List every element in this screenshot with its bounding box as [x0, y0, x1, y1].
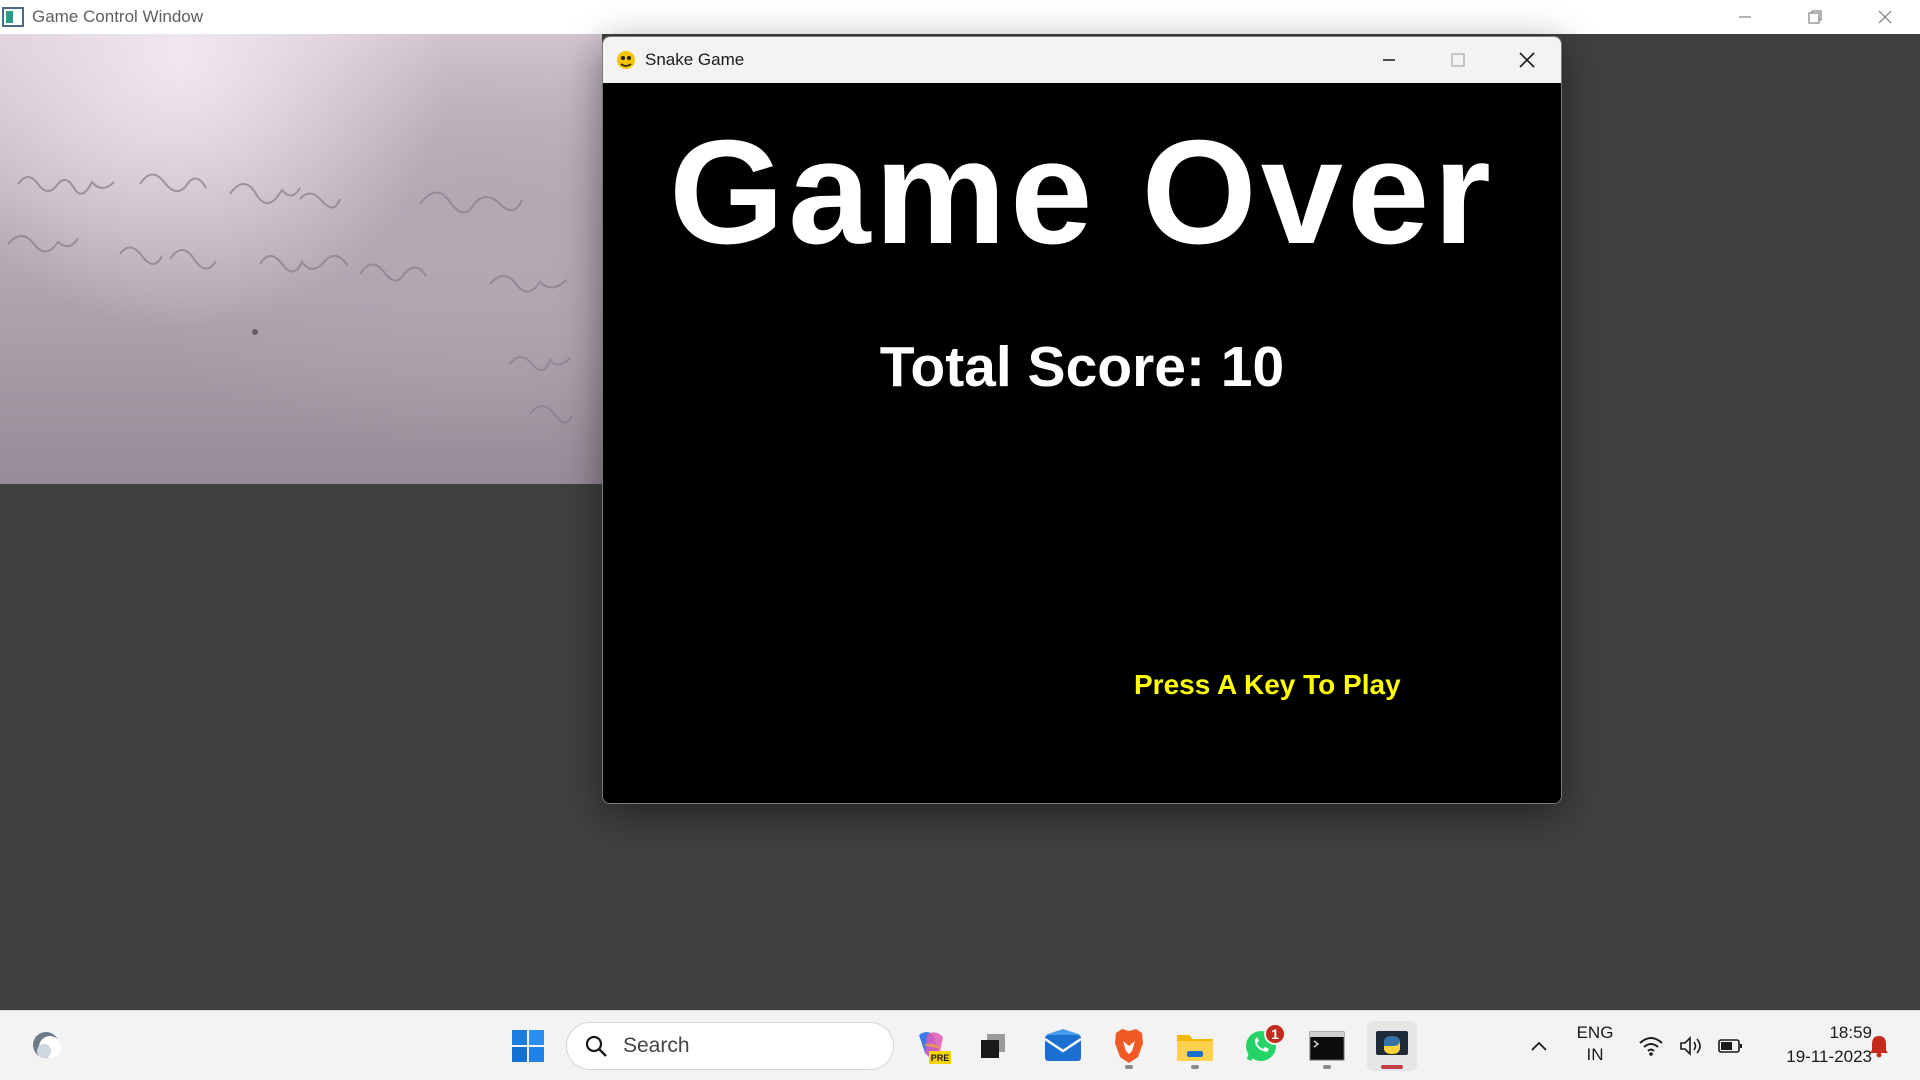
- game-control-window-titlebar: Game Control Window: [0, 0, 1920, 34]
- terminal-icon: [1309, 1031, 1345, 1061]
- pygame-snake-icon: [615, 49, 637, 71]
- copilot-pre-badge: PRE: [931, 1053, 950, 1063]
- snake-game-titlebar: Snake Game: [603, 37, 1561, 83]
- minimize-button[interactable]: [1710, 0, 1780, 34]
- close-button[interactable]: [1850, 0, 1920, 34]
- python-button[interactable]: [1367, 1021, 1417, 1071]
- notification-bell-icon: [1870, 1036, 1888, 1058]
- clock[interactable]: 18:59 19-11-2023: [1752, 1021, 1872, 1069]
- mail-icon: [1044, 1029, 1082, 1061]
- window-controls: [1710, 0, 1920, 34]
- snake-maximize-button[interactable]: [1423, 37, 1492, 83]
- clock-time: 18:59: [1829, 1023, 1872, 1042]
- copilot-icon: PRE: [919, 1032, 951, 1064]
- close-icon: [1518, 52, 1535, 68]
- press-key-prompt: Press A Key To Play: [1134, 669, 1401, 700]
- folder-icon: [1177, 1035, 1213, 1061]
- whatsapp-button[interactable]: 1: [1236, 1021, 1286, 1071]
- volume-icon: [1676, 1031, 1706, 1061]
- running-indicator: [1125, 1065, 1133, 1069]
- task-view-button[interactable]: [968, 1021, 1018, 1071]
- brave-browser-button[interactable]: [1104, 1021, 1154, 1071]
- file-explorer-button[interactable]: [1170, 1021, 1220, 1071]
- taskbar: PRE: [0, 1010, 1920, 1080]
- clock-date: 19-11-2023: [1786, 1047, 1872, 1066]
- running-indicator: [1191, 1065, 1199, 1069]
- start-button[interactable]: [503, 1021, 553, 1071]
- game-over-heading: Game Over: [669, 110, 1495, 275]
- maximize-icon: [1450, 53, 1465, 67]
- close-icon: [1878, 10, 1892, 24]
- snake-close-button[interactable]: [1492, 37, 1561, 83]
- mail-button[interactable]: [1038, 1021, 1088, 1071]
- snake-minimize-button[interactable]: [1354, 37, 1423, 83]
- task-view-icon: [981, 1034, 1005, 1058]
- region-code: IN: [1586, 1045, 1604, 1064]
- active-window-indicator: [1381, 1065, 1403, 1069]
- terminal-button[interactable]: [1302, 1021, 1352, 1071]
- search-icon: [583, 1033, 609, 1059]
- brave-icon: [1115, 1029, 1143, 1063]
- total-score-label: Total Score: 10: [879, 335, 1285, 399]
- snake-game-window: Snake Game Game Over Total Score: 10 Pre…: [602, 36, 1562, 804]
- weather-cloud-icon: [33, 1032, 61, 1058]
- windows-logo-icon: [512, 1030, 544, 1062]
- chevron-up-icon: [1531, 1041, 1547, 1051]
- restore-button[interactable]: [1780, 0, 1850, 34]
- wifi-icon: [1636, 1031, 1666, 1061]
- copilot-button[interactable]: PRE: [907, 1021, 957, 1071]
- weather-widget[interactable]: [28, 1025, 68, 1065]
- running-indicator: [1323, 1065, 1331, 1069]
- language-code: ENG: [1576, 1023, 1614, 1042]
- input-language-indicator[interactable]: ENG IN: [1570, 1022, 1620, 1066]
- quick-settings-button[interactable]: [1636, 1029, 1746, 1063]
- minimize-icon: [1739, 16, 1751, 18]
- restore-icon: [1808, 10, 1822, 24]
- app-window-icon: [2, 7, 24, 27]
- minimize-icon: [1382, 59, 1395, 61]
- battery-icon: [1716, 1031, 1746, 1061]
- game-canvas[interactable]: Game Over Total Score: 10 Press A Key To…: [603, 83, 1561, 803]
- notification-badge: 1: [1264, 1023, 1286, 1045]
- game-control-window-title: Game Control Window: [32, 7, 204, 26]
- taskbar-search[interactable]: [566, 1022, 894, 1070]
- webcam-feed: [0, 34, 602, 484]
- python-icon: [1376, 1031, 1408, 1055]
- snake-window-controls: [1354, 37, 1561, 83]
- notification-center-button[interactable]: [1864, 1031, 1894, 1061]
- show-hidden-icons-button[interactable]: [1524, 1031, 1554, 1061]
- snake-game-title: Snake Game: [645, 50, 745, 69]
- handwriting-scribbles: [7, 173, 573, 424]
- search-input[interactable]: [623, 1034, 863, 1058]
